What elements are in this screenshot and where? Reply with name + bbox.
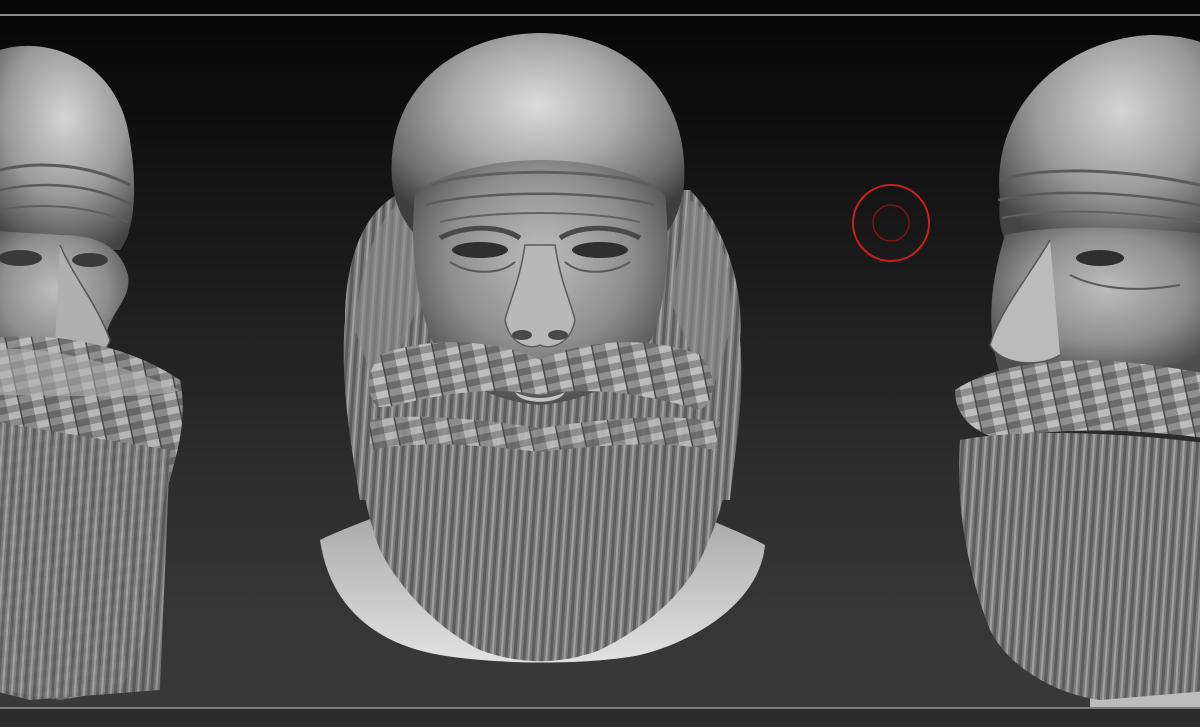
sculpt-scene — [0, 33, 1200, 727]
left-head-view — [0, 45, 183, 700]
draw-size-circle-icon[interactable] — [851, 183, 931, 263]
bottom-strip — [0, 709, 1200, 727]
viewport-canvas[interactable] — [0, 0, 1200, 727]
right-head-view — [955, 35, 1200, 727]
center-head-view — [320, 33, 765, 663]
